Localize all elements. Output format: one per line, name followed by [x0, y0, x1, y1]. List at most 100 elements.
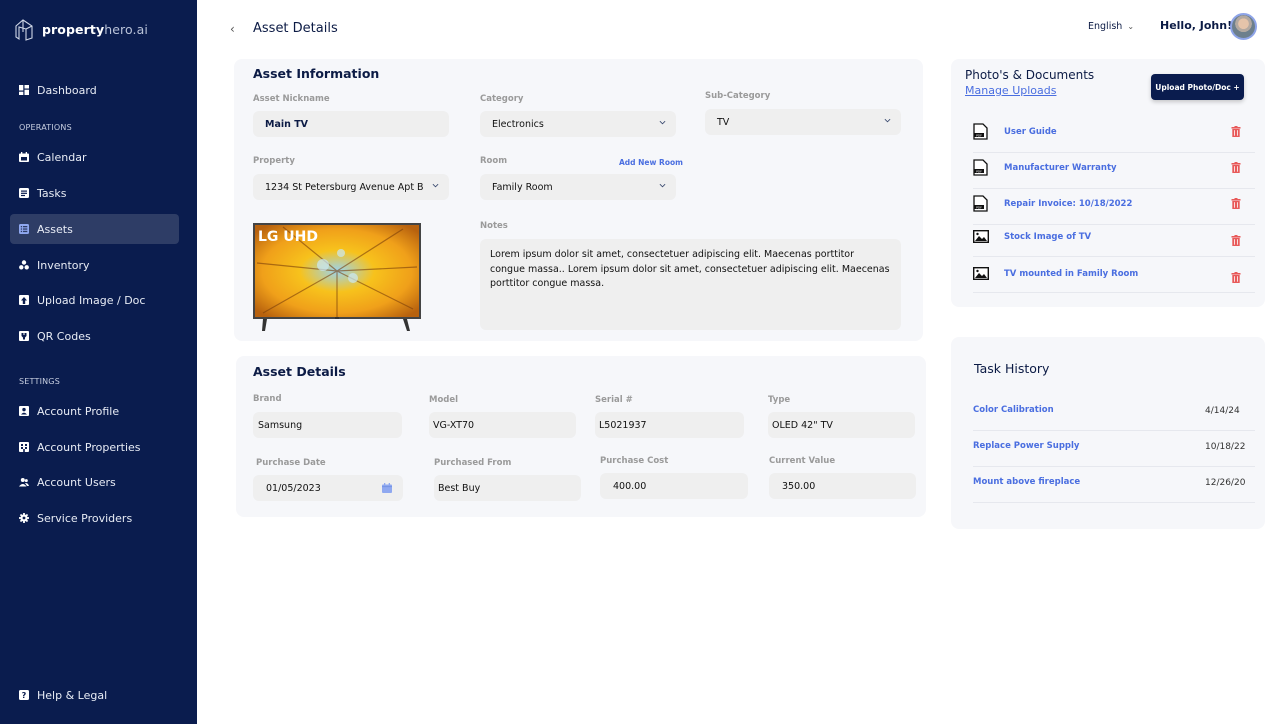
trash-icon[interactable]: [1231, 198, 1241, 209]
calendar-icon[interactable]: [382, 483, 392, 493]
sidebar-item-inventory[interactable]: Inventory: [10, 250, 179, 280]
assets-icon: [19, 224, 29, 234]
category-value: Electronics: [492, 118, 544, 130]
task-row: Replace Power Supply 10/18/22: [973, 431, 1255, 467]
task-name[interactable]: Color Calibration: [973, 405, 1054, 415]
category-label: Category: [480, 94, 524, 104]
model-input[interactable]: VG-XT70: [429, 412, 576, 438]
purchase-cost-input[interactable]: 400.00: [600, 473, 748, 499]
sub-category-label: Sub-Category: [705, 91, 771, 101]
trash-icon[interactable]: [1231, 126, 1241, 137]
room-value: Family Room: [492, 181, 553, 193]
room-label: Room: [480, 156, 508, 166]
sidebar-item-label: Account Profile: [37, 404, 120, 418]
property-select[interactable]: 1234 St Petersburg Avenue Apt B: [253, 174, 449, 200]
pdf-file-icon: PDF: [973, 195, 988, 212]
sidebar-item-account-profile[interactable]: Account Profile: [10, 396, 179, 426]
notes-textarea[interactable]: Lorem ipsum dolor sit amet, consectetuer…: [480, 239, 901, 330]
document-name[interactable]: Repair Invoice: 10/18/2022: [1004, 199, 1132, 209]
trash-icon[interactable]: [1231, 235, 1241, 246]
asset-image[interactable]: LG UHD: [253, 223, 421, 333]
sidebar-item-label: Dashboard: [37, 83, 97, 97]
document-name[interactable]: Manufacturer Warranty: [1004, 163, 1117, 173]
page-title: Asset Details: [253, 21, 338, 36]
image-file-icon: [973, 230, 989, 243]
document-name[interactable]: TV mounted in Family Room: [1004, 269, 1138, 279]
greeting: Hello, John!: [1160, 19, 1233, 32]
logo[interactable]: propertyhero.ai: [14, 16, 148, 42]
chevron-down-icon: [432, 183, 439, 188]
dashboard-icon: [19, 85, 29, 95]
trash-icon[interactable]: [1231, 272, 1241, 283]
sidebar-item-service-providers[interactable]: Service Providers: [10, 503, 179, 533]
language-select[interactable]: English ⌄: [1088, 21, 1134, 32]
sidebar-item-label: Tasks: [37, 186, 67, 200]
property-value: 1234 St Petersburg Avenue Apt B: [265, 181, 424, 193]
upload-icon: [19, 295, 29, 305]
task-date: 12/26/20: [1205, 478, 1246, 488]
sidebar-item-label: Service Providers: [37, 511, 133, 525]
sidebar-item-label: Account Users: [37, 475, 116, 489]
avatar[interactable]: [1230, 13, 1257, 40]
image-caption: LG UHD: [258, 229, 318, 245]
sidebar-item-label: Upload Image / Doc: [37, 293, 146, 307]
chevron-down-icon: ⌄: [1127, 22, 1135, 31]
document-row: PDF User Guide: [973, 117, 1255, 153]
serial-label: Serial #: [595, 395, 633, 405]
property-label: Property: [253, 156, 295, 166]
notes-label: Notes: [480, 221, 508, 231]
section-settings: SETTINGS: [19, 377, 60, 386]
purchase-cost-label: Purchase Cost: [600, 456, 669, 466]
document-row: Stock Image of TV: [973, 225, 1255, 257]
sidebar-item-tasks[interactable]: Tasks: [10, 178, 179, 208]
document-name[interactable]: Stock Image of TV: [1004, 232, 1091, 242]
profile-icon: [19, 406, 29, 416]
document-name[interactable]: User Guide: [1004, 127, 1057, 137]
sidebar-item-label: Help & Legal: [37, 688, 108, 702]
task-date: 4/14/24: [1205, 406, 1240, 416]
task-date: 10/18/22: [1205, 442, 1246, 452]
manage-uploads-link[interactable]: Manage Uploads: [965, 84, 1056, 97]
task-row: Color Calibration 4/14/24: [973, 395, 1255, 431]
language-label: English: [1088, 21, 1123, 32]
sidebar-item-dashboard[interactable]: Dashboard: [10, 75, 179, 105]
sidebar-item-qr-codes[interactable]: QR Codes: [10, 321, 179, 351]
sidebar-item-label: Assets: [37, 222, 73, 236]
svg-text:?: ?: [22, 691, 27, 700]
document-row: PDF Repair Invoice: 10/18/2022: [973, 189, 1255, 225]
trash-icon[interactable]: [1231, 162, 1241, 173]
brand-name: propertyhero.ai: [42, 21, 148, 37]
sidebar-item-upload[interactable]: Upload Image / Doc: [10, 285, 179, 315]
add-new-room-link[interactable]: Add New Room: [619, 158, 683, 167]
serial-input[interactable]: L5021937: [595, 412, 744, 438]
current-value-input[interactable]: 350.00: [769, 473, 916, 499]
sidebar-item-help-legal[interactable]: ? Help & Legal: [10, 680, 179, 710]
back-button[interactable]: ‹: [230, 22, 235, 36]
help-icon: ?: [19, 690, 29, 700]
gear-icon: [19, 513, 29, 523]
users-icon: [19, 477, 29, 487]
sidebar-item-calendar[interactable]: Calendar: [10, 142, 179, 172]
sidebar-item-label: Account Properties: [37, 440, 141, 454]
purchased-from-label: Purchased From: [434, 458, 512, 468]
properties-icon: [19, 442, 29, 452]
room-select[interactable]: Family Room: [480, 174, 676, 200]
purchase-date-input[interactable]: 01/05/2023: [253, 475, 403, 501]
upload-photo-doc-button[interactable]: Upload Photo/Doc +: [1151, 74, 1244, 100]
sidebar-item-account-properties[interactable]: Account Properties: [10, 432, 179, 462]
task-row: Mount above fireplace 12/26/20: [973, 467, 1255, 503]
model-label: Model: [429, 395, 459, 405]
brand-input[interactable]: Samsung: [253, 412, 402, 438]
category-select[interactable]: Electronics: [480, 111, 676, 137]
sidebar-item-assets[interactable]: Assets: [10, 214, 179, 244]
sub-category-select[interactable]: TV: [705, 109, 901, 135]
pdf-file-icon: PDF: [973, 159, 988, 176]
task-name[interactable]: Mount above fireplace: [973, 477, 1080, 487]
sidebar-item-account-users[interactable]: Account Users: [10, 467, 179, 497]
pdf-file-icon: PDF: [973, 123, 988, 140]
task-name[interactable]: Replace Power Supply: [973, 441, 1079, 451]
asset-nickname-input[interactable]: Main TV: [253, 111, 449, 137]
sub-category-value: TV: [717, 116, 730, 128]
purchased-from-input[interactable]: Best Buy: [434, 475, 581, 501]
type-input[interactable]: OLED 42" TV: [768, 412, 915, 438]
